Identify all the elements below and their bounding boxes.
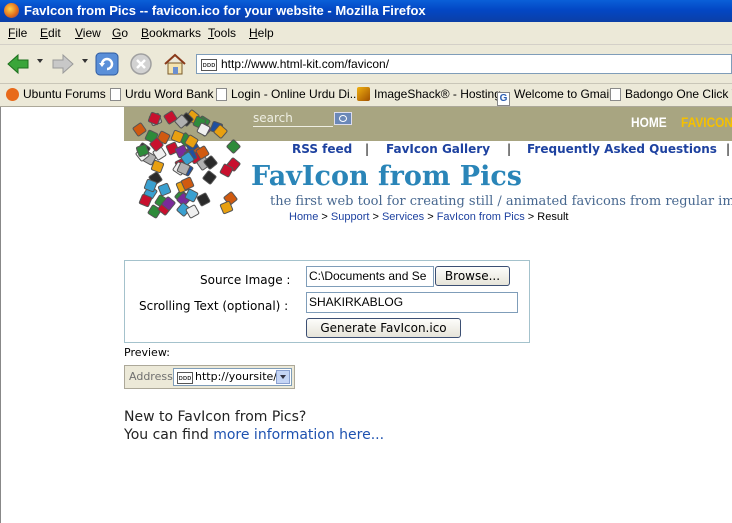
left-border: [0, 107, 1, 523]
link-separator: |: [365, 142, 370, 156]
forward-dropdown-icon[interactable]: [82, 59, 88, 63]
ubuntu-icon: [6, 88, 19, 101]
breadcrumb: Home > Support > Services > FavIcon from…: [289, 211, 569, 223]
bookmark-urdu-word-bank[interactable]: Urdu Word Bank: [110, 87, 213, 103]
breadcrumb-current: Result: [537, 211, 569, 223]
breadcrumb-support[interactable]: Support: [331, 211, 370, 223]
page-icon: [610, 88, 621, 101]
info-text: You can find more information here...: [124, 427, 385, 443]
breadcrumb-favicon[interactable]: FavIcon from Pics: [437, 211, 525, 223]
favicon-tile: [196, 192, 211, 208]
page-icon: ᴅᴅᴅ: [201, 59, 217, 71]
preview-url: http://yoursite/: [195, 370, 278, 383]
reload-icon[interactable]: [94, 51, 120, 77]
menu-bookmarks[interactable]: Bookmarks: [141, 26, 201, 40]
nav-home-link[interactable]: HOME: [631, 114, 667, 130]
favicon-gallery-link[interactable]: FavIcon Gallery: [386, 142, 490, 156]
imageshack-icon: [357, 87, 370, 101]
favicon-tile: [201, 169, 217, 185]
preview-label: Preview:: [124, 346, 170, 359]
favicon-collage-logo[interactable]: [128, 107, 246, 219]
menu-tools[interactable]: Tools: [208, 26, 236, 40]
page-icon: [110, 88, 121, 101]
back-dropdown-icon[interactable]: [37, 59, 43, 63]
preview-address-bar: Address ᴅᴅᴅ http://yoursite/: [124, 365, 295, 389]
favicon-tile: [225, 138, 241, 155]
bookmark-imageshack[interactable]: ImageShack® - Hosting: [357, 87, 501, 103]
title-bar: FavIcon from Pics -- favicon.ico for you…: [0, 0, 732, 22]
page-title: FavIcon from Pics: [251, 161, 523, 192]
chevron-down-icon: [276, 370, 290, 384]
menu-bar: File Edit View Go Bookmarks Tools Help: [0, 22, 732, 45]
source-image-label: Source Image :: [200, 273, 291, 287]
page-content: search HOME FAVICON RSS feed | FavIcon G…: [0, 107, 732, 523]
navigation-toolbar: ᴅᴅᴅ http://www.html-kit.com/favicon/: [0, 45, 732, 84]
url-bar[interactable]: ᴅᴅᴅ http://www.html-kit.com/favicon/: [196, 54, 732, 74]
bookmark-ubuntu-forums[interactable]: Ubuntu Forums: [6, 87, 106, 103]
google-icon: G: [497, 92, 510, 106]
search-icon[interactable]: [334, 112, 352, 125]
preview-address-label: Address: [129, 370, 173, 383]
link-separator: |: [726, 142, 731, 156]
bookmarks-toolbar: Ubuntu Forums Urdu Word Bank Login - Onl…: [0, 84, 732, 107]
link-separator: |: [507, 142, 512, 156]
menu-help[interactable]: Help: [249, 26, 274, 40]
more-info-link[interactable]: more information here...: [213, 427, 384, 443]
page-icon: [216, 88, 227, 101]
scrolling-text-field[interactable]: SHAKIRKABLOG: [306, 292, 518, 313]
generate-favicon-button[interactable]: Generate FavIcon.ico: [306, 318, 461, 338]
menu-go[interactable]: Go: [112, 26, 128, 40]
browse-button[interactable]: Browse...: [435, 266, 510, 286]
scrolling-text-label: Scrolling Text (optional) :: [139, 299, 289, 313]
breadcrumb-services[interactable]: Services: [382, 211, 424, 223]
bookmark-gmail[interactable]: G Welcome to Gmail: [497, 87, 612, 106]
menu-edit[interactable]: Edit: [40, 26, 61, 40]
preview-url-box: ᴅᴅᴅ http://yoursite/: [173, 368, 292, 386]
favicon-form: Source Image : C:\Documents and Se Brows…: [124, 260, 530, 343]
info-heading: New to FavIcon from Pics?: [124, 409, 307, 425]
firefox-icon: [4, 3, 19, 18]
back-icon[interactable]: [5, 51, 31, 77]
forward-icon[interactable]: [50, 51, 76, 77]
page-icon: ᴅᴅᴅ: [177, 372, 193, 384]
bookmark-login-online-urdu[interactable]: Login - Online Urdu Di...: [216, 87, 360, 103]
site-search-input[interactable]: search: [253, 111, 293, 125]
faq-link[interactable]: Frequently Asked Questions: [527, 142, 717, 156]
nav-favicon-link[interactable]: FAVICON: [681, 114, 732, 130]
source-image-field[interactable]: C:\Documents and Se: [306, 266, 434, 287]
url-text[interactable]: http://www.html-kit.com/favicon/: [221, 57, 389, 71]
home-icon[interactable]: [162, 51, 188, 77]
bookmark-badongo[interactable]: Badongo One Click W: [610, 87, 732, 103]
search-underline: [253, 126, 333, 127]
breadcrumb-home[interactable]: Home: [289, 211, 318, 223]
page-tagline: the first web tool for creating still / …: [270, 194, 732, 209]
menu-file[interactable]: File: [8, 26, 27, 40]
rss-feed-link[interactable]: RSS feed: [292, 142, 352, 156]
window-title: FavIcon from Pics -- favicon.ico for you…: [24, 3, 426, 18]
stop-icon[interactable]: [128, 51, 154, 77]
menu-view[interactable]: View: [75, 26, 101, 40]
